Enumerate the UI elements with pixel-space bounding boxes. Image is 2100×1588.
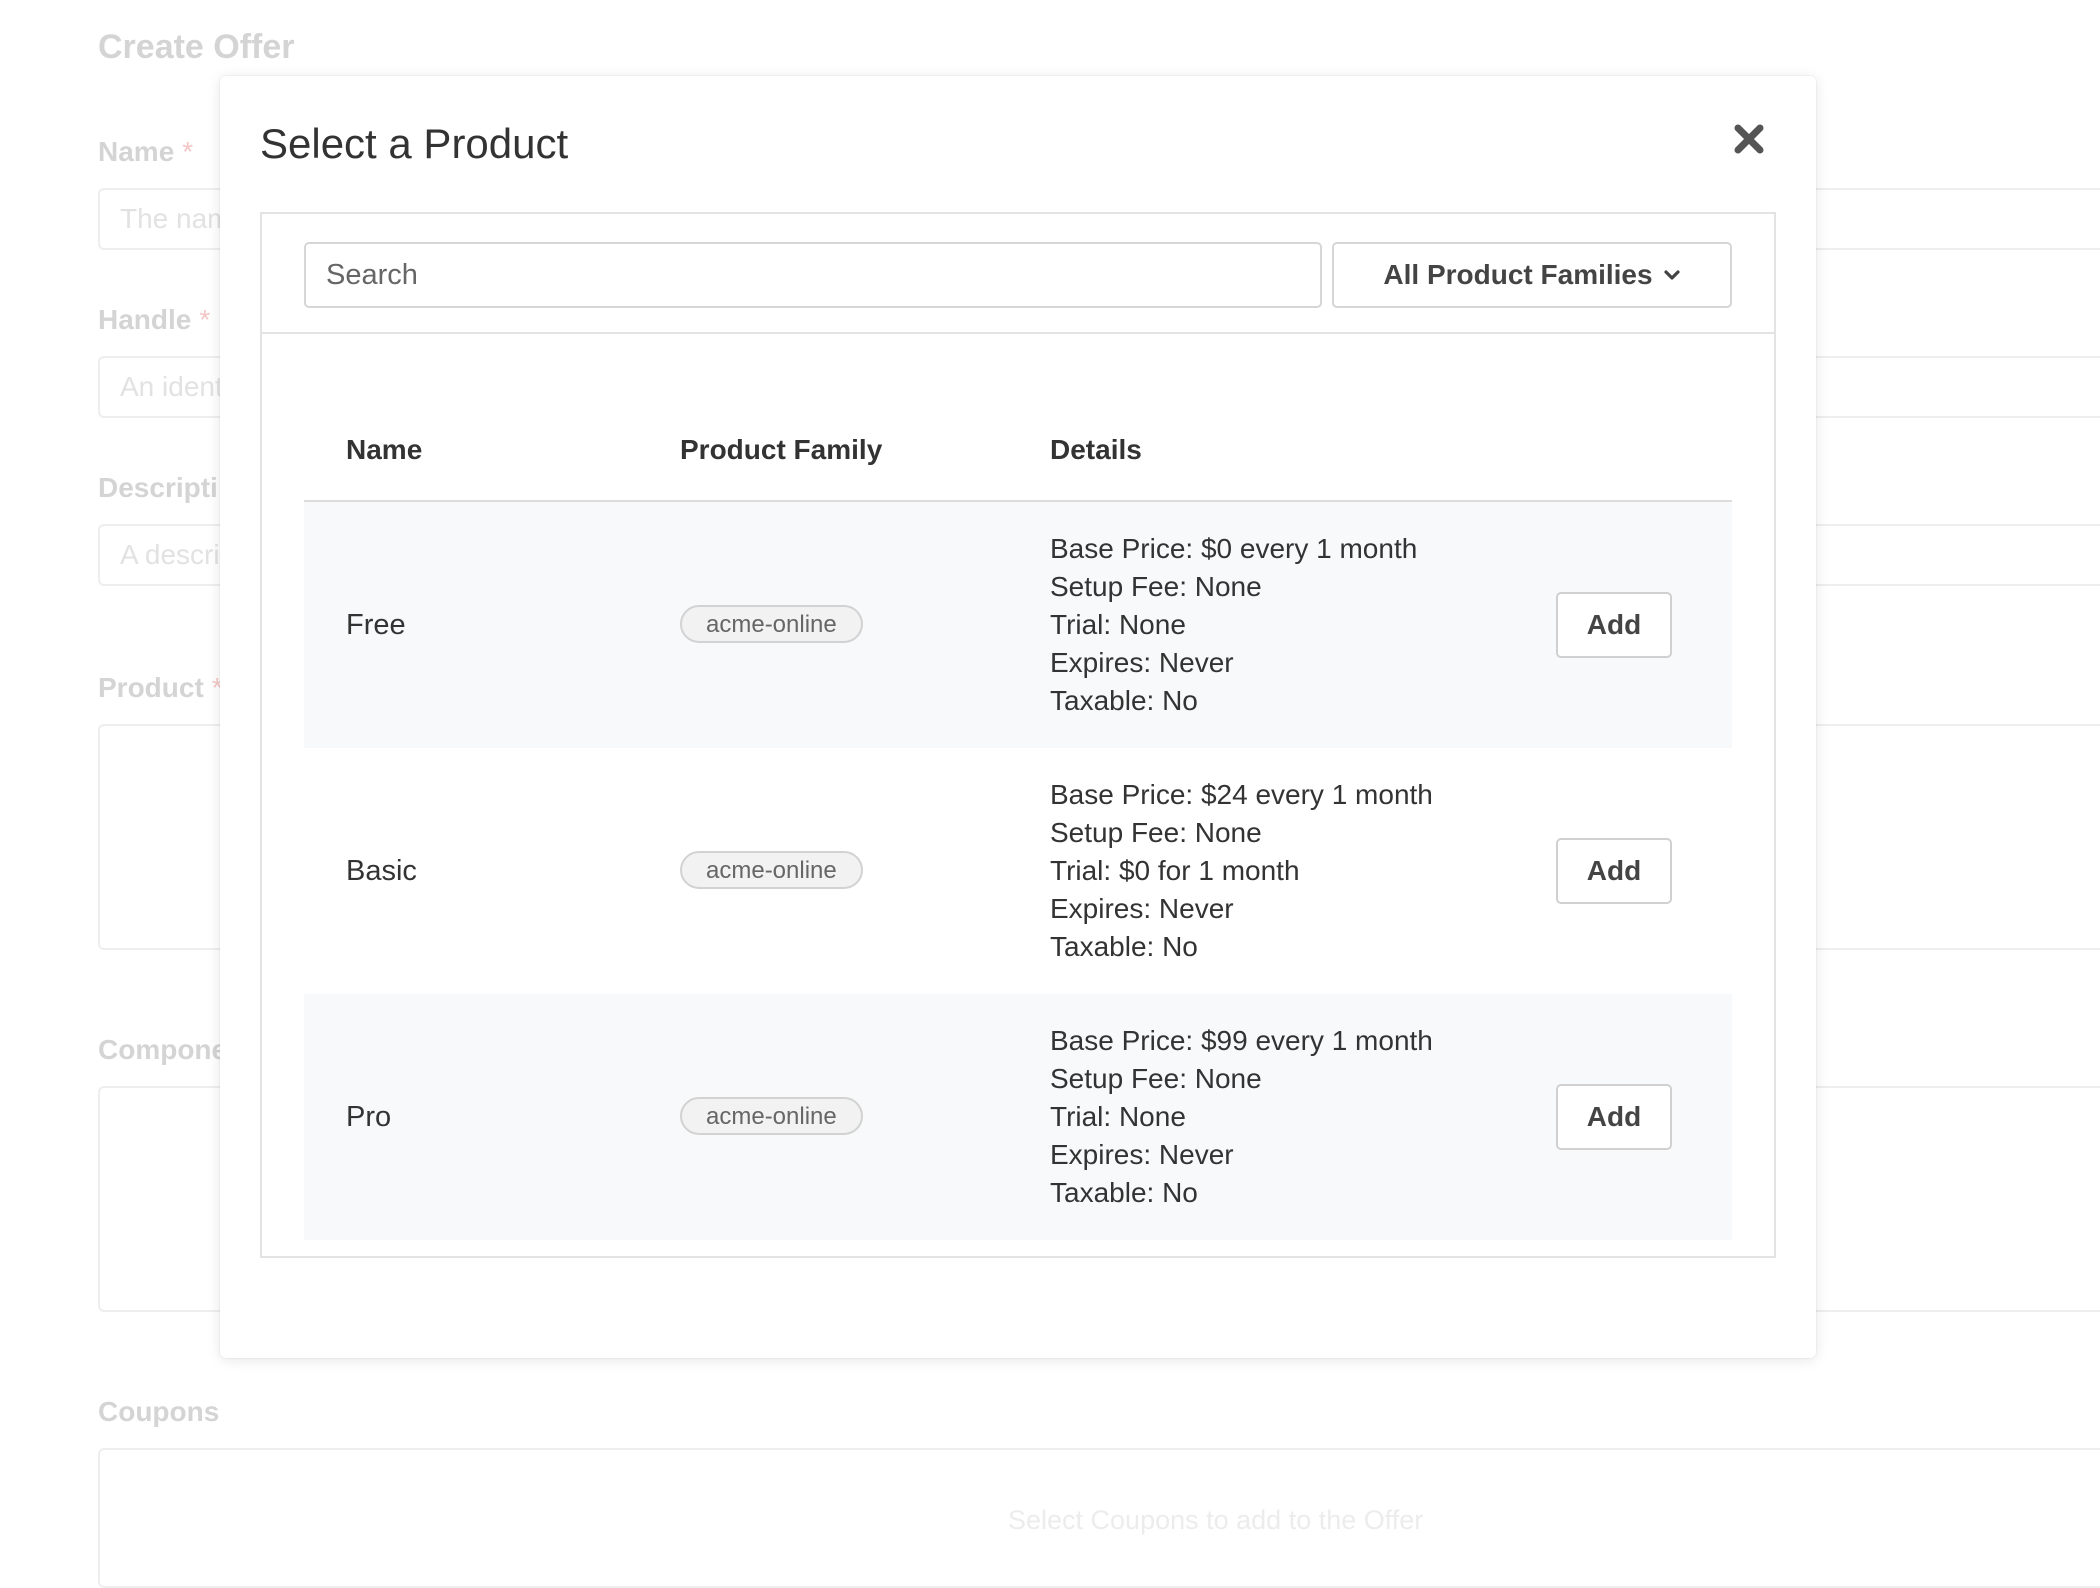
detail-setup-fee: Setup Fee: None	[1050, 817, 1262, 848]
description-label: Descripti	[98, 472, 218, 503]
detail-setup-fee: Setup Fee: None	[1050, 1063, 1262, 1094]
close-icon	[1734, 124, 1764, 154]
product-details: Base Price: $99 every 1 month Setup Fee:…	[1050, 1022, 1433, 1212]
product-name: Basic	[346, 855, 417, 887]
detail-trial: Trial: None	[1050, 1101, 1186, 1132]
table-header: Name Product Family Details	[304, 400, 1732, 502]
detail-trial: Trial: None	[1050, 609, 1186, 640]
page-title: Create Offer	[98, 28, 295, 66]
product-name: Pro	[346, 1101, 392, 1133]
detail-base-price: Base Price: $24 every 1 month	[1050, 779, 1433, 810]
detail-expires: Expires: Never	[1050, 647, 1234, 678]
product-family-badge: acme-online	[680, 1097, 863, 1135]
detail-taxable: Taxable: No	[1050, 1177, 1198, 1208]
add-product-button[interactable]: Add	[1556, 838, 1672, 904]
add-product-button[interactable]: Add	[1556, 592, 1672, 658]
detail-expires: Expires: Never	[1050, 893, 1234, 924]
coupons-hint: Select Coupons to add to the Offer	[1008, 1505, 1424, 1535]
product-details: Base Price: $24 every 1 month Setup Fee:…	[1050, 776, 1433, 966]
search-input[interactable]	[304, 242, 1322, 308]
detail-base-price: Base Price: $0 every 1 month	[1050, 533, 1418, 564]
detail-base-price: Base Price: $99 every 1 month	[1050, 1025, 1433, 1056]
product-family-select-label: All Product Families	[1383, 259, 1653, 290]
column-header-name: Name	[346, 434, 423, 465]
add-product-button[interactable]: Add	[1556, 1084, 1672, 1150]
product-label: Product *	[98, 672, 223, 703]
close-button[interactable]	[1729, 119, 1769, 159]
product-family-select[interactable]: All Product Families	[1332, 242, 1732, 308]
product-details: Base Price: $0 every 1 month Setup Fee: …	[1050, 530, 1417, 720]
product-picker-panel: All Product Families Name Product Family…	[260, 212, 1776, 1258]
product-family-badge: acme-online	[680, 605, 863, 643]
column-header-product-family: Product Family	[680, 434, 883, 465]
table-row: Free acme-online Base Price: $0 every 1 …	[304, 502, 1732, 748]
panel-toolbar: All Product Families	[262, 214, 1774, 334]
detail-taxable: Taxable: No	[1050, 685, 1198, 716]
name-label: Name *	[98, 136, 194, 167]
detail-setup-fee: Setup Fee: None	[1050, 571, 1262, 602]
chevron-down-icon	[1663, 270, 1680, 280]
table-row: Basic acme-online Base Price: $24 every …	[304, 748, 1732, 994]
product-family-badge: acme-online	[680, 851, 863, 889]
table-row: Pro acme-online Base Price: $99 every 1 …	[304, 994, 1732, 1240]
product-name: Free	[346, 609, 406, 641]
coupons-label: Coupons	[98, 1396, 220, 1427]
select-product-modal: Select a Product All Product Families Na…	[220, 76, 1816, 1358]
column-header-details: Details	[1050, 434, 1142, 465]
detail-trial: Trial: $0 for 1 month	[1050, 855, 1300, 886]
components-label: Compone	[98, 1034, 228, 1065]
detail-expires: Expires: Never	[1050, 1139, 1234, 1170]
modal-title: Select a Product	[260, 120, 569, 167]
handle-label: Handle *	[98, 304, 211, 335]
detail-taxable: Taxable: No	[1050, 931, 1198, 962]
